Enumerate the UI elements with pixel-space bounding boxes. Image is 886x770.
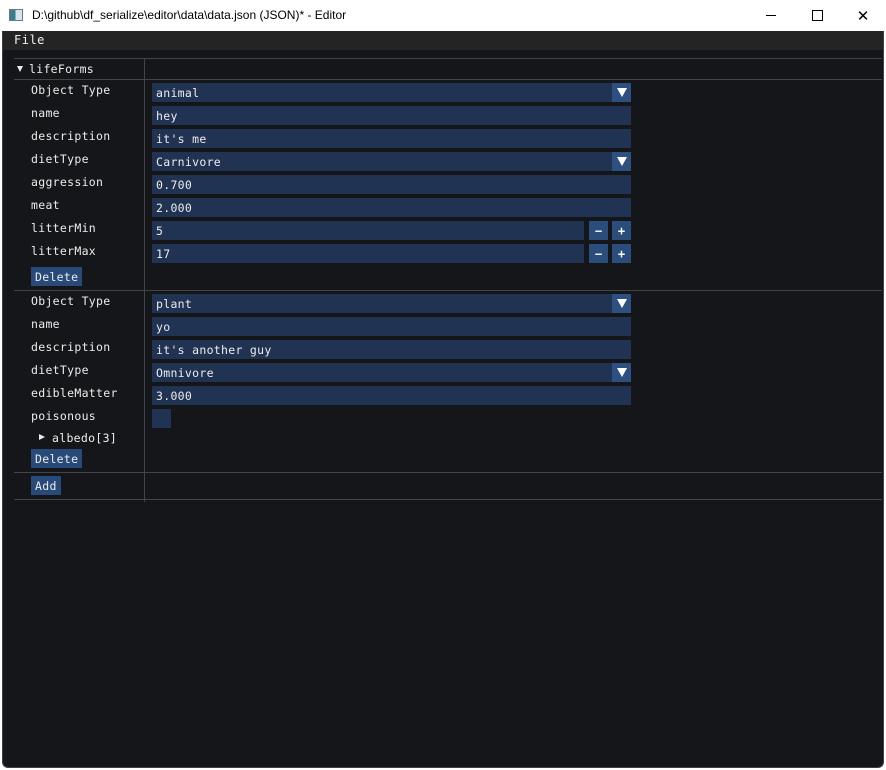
name-input[interactable]: hey [152, 106, 631, 125]
add-button[interactable]: Add [31, 476, 61, 495]
litter-min-increment-button[interactable]: + [612, 221, 631, 240]
tree-node-albedo[interactable]: albedo[3] [52, 431, 117, 445]
close-button[interactable]: ✕ [840, 0, 886, 31]
column-separator [144, 58, 145, 502]
app-window-icon [9, 9, 23, 21]
litter-min-decrement-button[interactable]: − [589, 221, 608, 240]
label-object-type: Object Type [31, 294, 111, 308]
menu-bar: File [3, 31, 883, 50]
menu-file[interactable]: File [14, 33, 45, 47]
label-name: name [31, 317, 60, 331]
tree-root-lifeforms[interactable]: lifeForms [29, 62, 94, 76]
litter-min-input[interactable]: 5 [152, 221, 584, 240]
label-edible-matter: edibleMatter [31, 386, 118, 400]
label-litter-max: litterMax [31, 244, 97, 258]
maximize-button[interactable] [794, 0, 840, 31]
label-name: name [31, 106, 60, 120]
diet-type-value: Omnivore [156, 366, 214, 380]
dropdown-arrow-icon[interactable] [612, 152, 631, 171]
minimize-icon [766, 15, 776, 16]
meat-input[interactable]: 2.000 [152, 198, 631, 217]
litter-max-input[interactable]: 17 [152, 244, 584, 263]
maximize-icon [811, 10, 823, 21]
label-object-type: Object Type [31, 83, 111, 97]
dropdown-arrow-icon[interactable] [612, 294, 631, 313]
label-aggression: aggression [31, 175, 104, 189]
description-input[interactable]: it's another guy [152, 340, 631, 359]
label-description: description [31, 129, 111, 143]
label-description: description [31, 340, 111, 354]
object-type-select[interactable]: animal [152, 83, 631, 102]
delete-button[interactable]: Delete [31, 267, 83, 286]
expand-arrow-icon[interactable] [17, 66, 23, 72]
window-title: D:\github\df_serialize\editor\data\data.… [32, 8, 347, 22]
dropdown-arrow-icon[interactable] [612, 363, 631, 382]
close-icon: ✕ [856, 6, 870, 25]
object-type-select[interactable]: plant [152, 294, 631, 313]
description-input[interactable]: it's me [152, 129, 631, 148]
litter-max-increment-button[interactable]: + [612, 244, 631, 263]
object-type-value: plant [156, 297, 193, 311]
editor-client-area: File lifeForms Object Type animal name h… [2, 31, 884, 768]
poisonous-checkbox[interactable] [152, 409, 171, 428]
object-type-value: animal [156, 86, 200, 100]
dropdown-arrow-icon[interactable] [612, 83, 631, 102]
edible-matter-input[interactable]: 3.000 [152, 386, 631, 405]
diet-type-select[interactable]: Omnivore [152, 363, 631, 382]
label-diet-type: dietType [31, 363, 89, 377]
name-input[interactable]: yo [152, 317, 631, 336]
minimize-button[interactable] [748, 0, 794, 31]
diet-type-select[interactable]: Carnivore [152, 152, 631, 171]
aggression-input[interactable]: 0.700 [152, 175, 631, 194]
label-litter-min: litterMin [31, 221, 97, 235]
delete-button[interactable]: Delete [31, 449, 83, 468]
label-meat: meat [31, 198, 60, 212]
diet-type-value: Carnivore [156, 155, 222, 169]
litter-max-decrement-button[interactable]: − [589, 244, 608, 263]
window-titlebar: D:\github\df_serialize\editor\data\data.… [0, 0, 886, 31]
label-diet-type: dietType [31, 152, 89, 166]
expand-arrow-icon[interactable] [39, 434, 45, 440]
label-poisonous: poisonous [31, 409, 97, 423]
